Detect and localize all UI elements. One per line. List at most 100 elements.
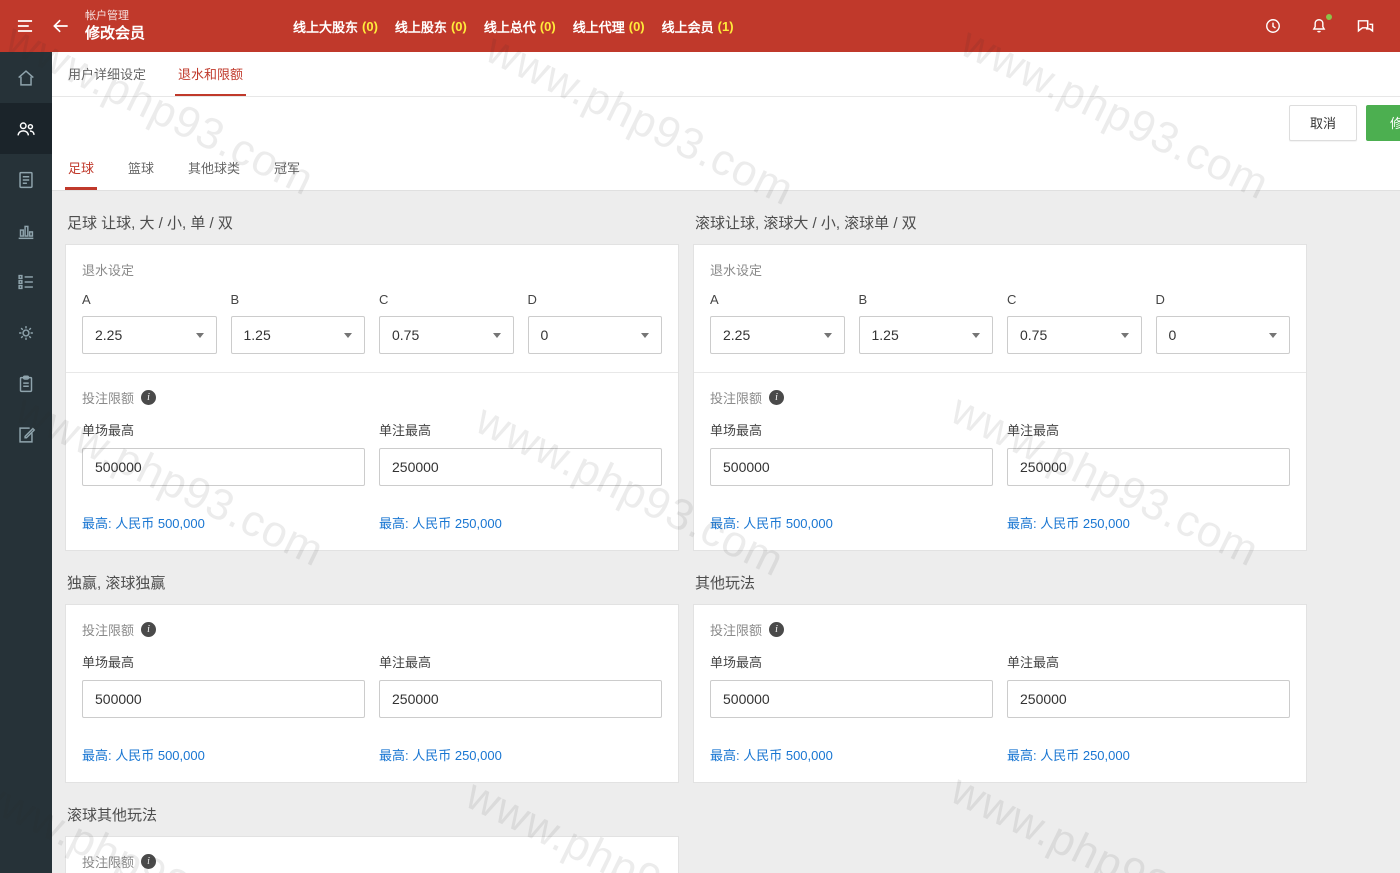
sidebar-item-members[interactable] bbox=[0, 103, 52, 154]
match-max-input[interactable] bbox=[710, 680, 993, 718]
bet-limit-label: 投注限额 bbox=[82, 388, 134, 407]
match-max-hint: 最高: 人民币 500,000 bbox=[710, 745, 993, 764]
info-icon[interactable] bbox=[141, 622, 156, 637]
settings-card: 退水设定 A 2.25 B bbox=[693, 244, 1307, 551]
settings-card: 投注限额 单场最高 最高: 人民币 500,000 单注最高 bbox=[65, 604, 679, 783]
sport-tab-basketball[interactable]: 篮球 bbox=[125, 148, 157, 190]
bet-max-field: 单注最高 最高: 人民币 250,000 bbox=[1007, 652, 1290, 764]
nav-online-agent[interactable]: 线上代理 (0) bbox=[573, 17, 645, 36]
clipboard-icon bbox=[15, 373, 37, 395]
match-max-field: 单场最高 最高: 人民币 500,000 bbox=[82, 652, 365, 764]
select-value: 0 bbox=[1169, 327, 1177, 343]
nav-count: (1) bbox=[718, 19, 734, 34]
match-max-input[interactable] bbox=[82, 448, 365, 486]
match-max-field: 单场最高 最高: 人民币 500,000 bbox=[710, 420, 993, 532]
chevron-down-icon bbox=[1269, 333, 1277, 338]
sidebar-item-reports[interactable] bbox=[0, 205, 52, 256]
page-title: 修改会员 bbox=[85, 25, 145, 42]
rebate-label: D bbox=[528, 292, 663, 307]
sport-tab-champion[interactable]: 冠军 bbox=[271, 148, 303, 190]
cancel-button[interactable]: 取消 bbox=[1289, 105, 1357, 141]
messages-button[interactable] bbox=[1355, 16, 1376, 37]
page-tabs: 用户详细设定 退水和限额 bbox=[52, 52, 1400, 97]
chevron-down-icon bbox=[641, 333, 649, 338]
rebate-c-select[interactable]: 0.75 bbox=[379, 316, 514, 354]
rebate-label: A bbox=[82, 292, 217, 307]
bet-max-field: 单注最高 最高: 人民币 250,000 bbox=[379, 652, 662, 764]
rebate-a-select[interactable]: 2.25 bbox=[82, 316, 217, 354]
sidebar-item-accounts[interactable] bbox=[0, 154, 52, 205]
section-moneyline: 独赢, 滚球独赢 投注限额 单场最高 最高: 人民币 500,000 bbox=[65, 551, 679, 783]
info-icon[interactable] bbox=[141, 854, 156, 869]
rebate-field-b: B 1.25 bbox=[231, 292, 366, 354]
info-icon[interactable] bbox=[141, 390, 156, 405]
nav-online-master-agent[interactable]: 线上总代 (0) bbox=[484, 17, 556, 36]
chevron-down-icon bbox=[824, 333, 832, 338]
rebate-b-select[interactable]: 1.25 bbox=[231, 316, 366, 354]
submit-button[interactable]: 修改 bbox=[1366, 105, 1400, 141]
rebate-c-select[interactable]: 0.75 bbox=[1007, 316, 1142, 354]
tab-rebate-and-limits[interactable]: 退水和限额 bbox=[175, 52, 246, 96]
chevron-down-icon bbox=[1121, 333, 1129, 338]
sidebar-item-home[interactable] bbox=[0, 52, 52, 103]
rebate-settings-label: 退水设定 bbox=[82, 260, 662, 279]
notifications-button[interactable] bbox=[1309, 16, 1329, 36]
match-max-input[interactable] bbox=[82, 680, 365, 718]
match-max-field: 单场最高 最高: 人民币 500,000 bbox=[82, 420, 365, 532]
nav-online-member[interactable]: 线上会员 (1) bbox=[662, 17, 734, 36]
rebate-field-a: A 2.25 bbox=[710, 292, 845, 354]
notification-dot bbox=[1326, 14, 1332, 20]
rebate-field-d: D 0 bbox=[528, 292, 663, 354]
sidebar-item-logs[interactable] bbox=[0, 409, 52, 460]
bet-max-input[interactable] bbox=[379, 448, 662, 486]
main-area: 用户详细设定 退水和限额 取消 修改 足球 篮球 其他球类 冠军 足球 让球, … bbox=[52, 52, 1400, 873]
users-icon bbox=[15, 118, 37, 140]
nav-label: 线上股东 bbox=[395, 17, 447, 36]
info-icon[interactable] bbox=[769, 390, 784, 405]
rebate-label: B bbox=[231, 292, 366, 307]
chat-icon bbox=[1355, 16, 1376, 37]
match-max-label: 单场最高 bbox=[82, 652, 365, 671]
back-arrow-icon[interactable] bbox=[51, 16, 71, 36]
bet-max-hint: 最高: 人民币 250,000 bbox=[1007, 745, 1290, 764]
rebate-d-select[interactable]: 0 bbox=[528, 316, 663, 354]
nav-online-shareholder[interactable]: 线上股东 (0) bbox=[395, 17, 467, 36]
hamburger-menu-icon[interactable] bbox=[15, 16, 35, 36]
match-max-input[interactable] bbox=[710, 448, 993, 486]
nav-online-super-shareholder[interactable]: 线上大股东 (0) bbox=[293, 17, 378, 36]
match-max-field: 单场最高 最高: 人民币 500,000 bbox=[710, 652, 993, 764]
rebate-b-select[interactable]: 1.25 bbox=[859, 316, 994, 354]
bar-chart-icon bbox=[15, 220, 37, 242]
sport-tab-football[interactable]: 足球 bbox=[65, 148, 97, 190]
sidebar-item-settings[interactable] bbox=[0, 307, 52, 358]
edit-note-icon bbox=[15, 424, 37, 446]
rebate-label: A bbox=[710, 292, 845, 307]
info-icon[interactable] bbox=[769, 622, 784, 637]
nav-label: 线上会员 bbox=[662, 17, 714, 36]
sidebar-item-bet-list[interactable] bbox=[0, 256, 52, 307]
rebate-field-b: B 1.25 bbox=[859, 292, 994, 354]
history-icon bbox=[1263, 16, 1283, 36]
sidebar bbox=[0, 52, 52, 873]
section-live-other-bets: 滚球其他玩法 投注限额 单场最高 单 bbox=[65, 783, 679, 873]
bet-max-input[interactable] bbox=[1007, 680, 1290, 718]
history-button[interactable] bbox=[1263, 16, 1283, 36]
home-icon bbox=[15, 67, 37, 89]
tab-user-detail-settings[interactable]: 用户详细设定 bbox=[65, 52, 149, 96]
bet-max-label: 单注最高 bbox=[1007, 420, 1290, 439]
chevron-down-icon bbox=[196, 333, 204, 338]
header-actions bbox=[1263, 16, 1400, 37]
rebate-label: C bbox=[1007, 292, 1142, 307]
menu-icon bbox=[15, 16, 35, 36]
sport-tab-other-balls[interactable]: 其他球类 bbox=[185, 148, 243, 190]
nav-label: 线上总代 bbox=[484, 17, 536, 36]
action-bar: 取消 修改 bbox=[52, 97, 1400, 148]
sidebar-item-orders[interactable] bbox=[0, 358, 52, 409]
nav-count: (0) bbox=[451, 19, 467, 34]
rebate-a-select[interactable]: 2.25 bbox=[710, 316, 845, 354]
rebate-d-select[interactable]: 0 bbox=[1156, 316, 1291, 354]
match-max-hint: 最高: 人民币 500,000 bbox=[82, 745, 365, 764]
bet-max-input[interactable] bbox=[1007, 448, 1290, 486]
bet-max-input[interactable] bbox=[379, 680, 662, 718]
bet-limit-label: 投注限额 bbox=[710, 388, 762, 407]
